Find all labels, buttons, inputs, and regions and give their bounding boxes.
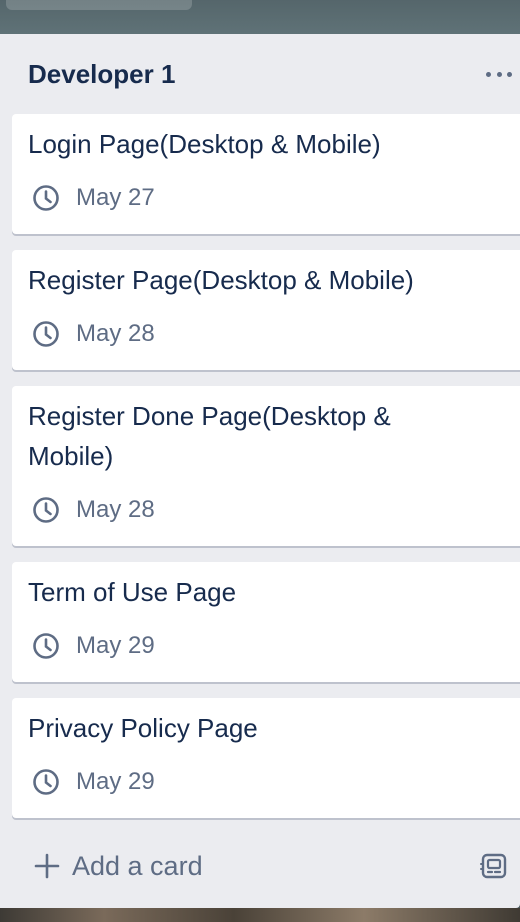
card-template-icon[interactable] [480,852,508,880]
clock-icon [33,321,59,347]
clock-icon [33,769,59,795]
board-background-bottom [0,908,520,922]
board-background-top [0,0,520,34]
due-date-badge: May 29 [32,630,155,662]
card-title: Register Done Page(Desktop & Mobile) [28,401,391,471]
due-date-text: May 28 [76,320,155,347]
due-date-badge: May 27 [32,182,155,214]
list-developer-1: Developer 1 Login Page(Desktop & Mobile)… [0,34,520,908]
list-title[interactable]: Developer 1 [28,58,520,90]
card-title: Register Page(Desktop & Mobile) [28,265,414,295]
due-date-text: May 29 [76,768,155,795]
card-title: Privacy Policy Page [28,713,258,743]
clock-icon [33,497,59,523]
clock-icon [33,185,59,211]
card-title: Login Page(Desktop & Mobile) [28,129,381,159]
due-date-text: May 28 [76,496,155,523]
due-date-badge: May 28 [32,318,155,350]
add-card-button[interactable]: Add a card [34,846,203,886]
card-login-page[interactable]: Login Page(Desktop & Mobile) May 27 [12,114,520,234]
card-term-of-use-page[interactable]: Term of Use Page May 29 [12,562,520,682]
add-card-label: Add a card [72,850,203,881]
card-register-done-page[interactable]: Register Done Page(Desktop & Mobile) May… [12,386,520,546]
due-date-badge: May 29 [32,766,155,798]
plus-icon [34,853,60,879]
due-date-badge: May 28 [32,494,155,526]
clock-icon [33,633,59,659]
card-privacy-policy-page[interactable]: Privacy Policy Page May 29 [12,698,520,818]
card-title: Term of Use Page [28,577,237,607]
list-header: Developer 1 [28,58,520,90]
previous-list-add-button[interactable] [6,0,192,10]
card-register-page[interactable]: Register Page(Desktop & Mobile) May 28 [12,250,520,370]
due-date-text: May 27 [76,184,155,211]
due-date-text: May 29 [76,632,155,659]
more-horizontal-icon[interactable] [486,64,512,84]
